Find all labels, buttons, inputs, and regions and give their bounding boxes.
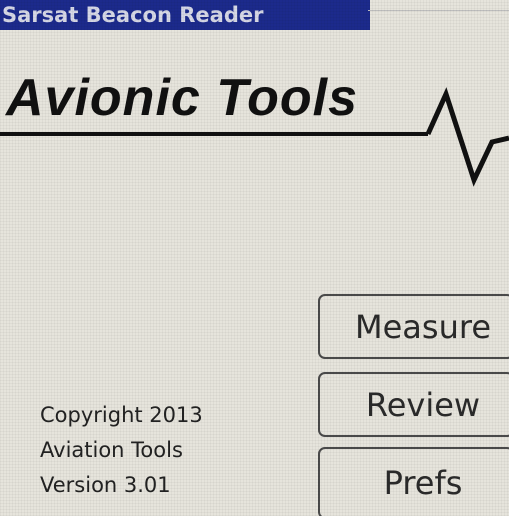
device-screen: Sarsat Beacon Reader Avionic Tools Measu… [0, 0, 509, 516]
avionic-tools-logo: Avionic Tools [0, 62, 509, 192]
prefs-button[interactable]: Prefs [318, 447, 509, 516]
review-button[interactable]: Review [318, 372, 509, 437]
logo-text: Avionic Tools [6, 69, 358, 127]
title-divider [368, 0, 509, 11]
copyright-text: Copyright 2013 [40, 403, 203, 427]
measure-button[interactable]: Measure [318, 294, 509, 359]
app-info: Copyright 2013 Aviation Tools Version 3.… [40, 398, 203, 503]
app-title-bar: Sarsat Beacon Reader [0, 0, 370, 30]
version-text: Version 3.01 [40, 473, 171, 497]
company-text: Aviation Tools [40, 438, 183, 462]
